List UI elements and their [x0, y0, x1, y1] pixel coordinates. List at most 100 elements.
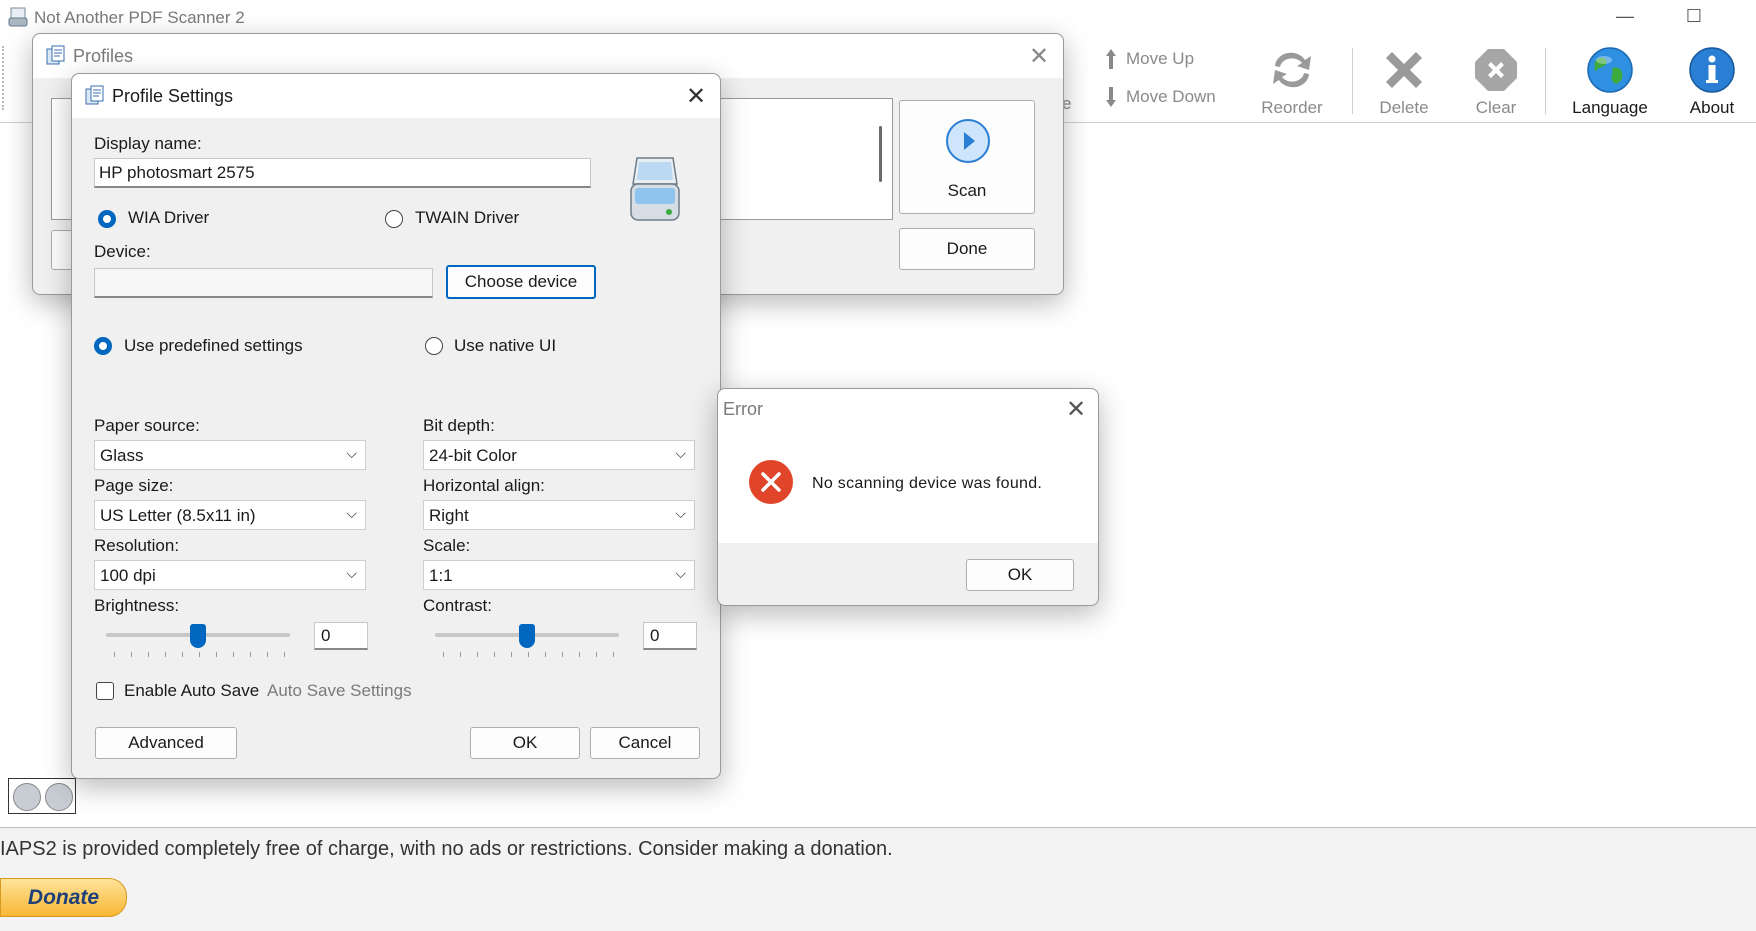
chevron-down-icon: ⌵	[346, 505, 357, 521]
cancel-button[interactable]: Cancel	[590, 727, 700, 759]
contrast-slider-ticks	[443, 652, 614, 658]
brightness-slider-ticks	[114, 652, 285, 658]
page-size-value: US Letter (8.5x11 in)	[100, 506, 256, 525]
error-title: Error	[723, 399, 763, 419]
clear-label: Clear	[1475, 98, 1517, 117]
scan-play-icon	[946, 119, 990, 163]
bit-depth-label: Bit depth:	[423, 416, 495, 435]
twain-driver-radio[interactable]	[385, 210, 403, 228]
paper-source-value: Glass	[100, 446, 144, 465]
toolbar-separator	[1352, 48, 1353, 114]
zoom-in-icon[interactable]	[45, 783, 73, 811]
info-icon	[1689, 47, 1735, 93]
language-label: Language	[1572, 98, 1648, 117]
page-size-select[interactable]: US Letter (8.5x11 in) ⌵	[94, 500, 366, 530]
use-predefined-settings-label[interactable]: Use predefined settings	[124, 336, 303, 356]
scan-label: Scan	[947, 181, 987, 200]
resolution-label: Resolution:	[94, 536, 180, 555]
chevron-down-icon: ⌵	[675, 445, 686, 461]
page-size-label: Page size:	[94, 476, 174, 495]
chevron-down-icon: ⌵	[346, 565, 357, 581]
use-native-ui-radio[interactable]	[425, 337, 443, 355]
profiles-titlebar	[33, 34, 1063, 78]
toolbar-separator	[1545, 48, 1546, 114]
scale-select[interactable]: 1:1 ⌵	[423, 560, 695, 590]
donate-button[interactable]: Donate	[0, 878, 127, 917]
arrow-down-icon	[1106, 87, 1116, 107]
error-ok-button[interactable]: OK	[966, 559, 1074, 591]
wia-driver-radio[interactable]	[98, 210, 116, 228]
profile-settings-close-button[interactable]: ✕	[678, 82, 714, 112]
contrast-slider-thumb[interactable]	[519, 624, 535, 648]
delete-button[interactable]: Delete	[1364, 44, 1444, 120]
profiles-title: Profiles	[73, 46, 134, 66]
twain-driver-label[interactable]: TWAIN Driver	[415, 208, 519, 228]
enable-auto-save-label[interactable]: Enable Auto Save	[124, 681, 259, 701]
wia-driver-label[interactable]: WIA Driver	[128, 208, 209, 228]
scale-value: 1:1	[429, 566, 453, 585]
profile-settings-dialog: Profile Settings ✕ Display name: HP phot…	[71, 73, 721, 779]
app-title: Not Another PDF Scanner 2	[34, 8, 245, 27]
move-down-label: Move Down	[1126, 87, 1216, 106]
advanced-button[interactable]: Advanced	[95, 727, 237, 759]
minimize-button[interactable]: —	[1605, 6, 1645, 32]
app-icon	[8, 6, 28, 28]
chevron-down-icon: ⌵	[675, 565, 686, 581]
arrow-up-icon	[1106, 49, 1116, 69]
reorder-icon	[1273, 52, 1311, 88]
toolbar-left-edge	[2, 46, 6, 110]
profiles-icon	[45, 45, 67, 67]
brightness-slider-thumb[interactable]	[190, 624, 206, 648]
auto-save-settings-link[interactable]: Auto Save Settings	[267, 681, 412, 701]
profile-settings-title: Profile Settings	[112, 86, 234, 106]
scanner-icon	[627, 154, 683, 228]
contrast-label: Contrast:	[423, 596, 492, 615]
brightness-label: Brightness:	[94, 596, 180, 615]
move-down-button[interactable]: Move Down	[1104, 86, 1216, 108]
contrast-input[interactable]: 0	[643, 622, 697, 650]
chevron-down-icon: ⌵	[346, 445, 357, 461]
bit-depth-select[interactable]: 24-bit Color ⌵	[423, 440, 695, 470]
maximize-button[interactable]: ☐	[1674, 6, 1714, 32]
horizontal-align-select[interactable]: Right ⌵	[423, 500, 695, 530]
device-label: Device:	[94, 242, 151, 261]
delete-label: Delete	[1379, 98, 1429, 117]
reorder-label: Reorder	[1261, 98, 1323, 117]
profiles-list-scrollbar[interactable]	[879, 126, 882, 182]
error-message: No scanning device was found.	[812, 475, 1043, 492]
done-button[interactable]: Done	[899, 228, 1035, 270]
reorder-button[interactable]: Reorder	[1250, 44, 1334, 120]
profiles-close-button[interactable]: ✕	[1021, 42, 1057, 72]
horizontal-align-value: Right	[429, 506, 469, 525]
horizontal-align-label: Horizontal align:	[423, 476, 545, 495]
error-close-button[interactable]: ✕	[1058, 395, 1094, 425]
delete-x-icon	[1386, 52, 1422, 88]
paper-source-label: Paper source:	[94, 416, 200, 435]
paper-source-select[interactable]: Glass ⌵	[94, 440, 366, 470]
choose-device-button[interactable]: Choose device	[446, 265, 596, 299]
display-name-input[interactable]: HP photosmart 2575	[94, 158, 591, 188]
resolution-value: 100 dpi	[100, 566, 156, 585]
bit-depth-value: 24-bit Color	[429, 446, 517, 465]
brightness-input[interactable]: 0	[314, 622, 368, 650]
device-input[interactable]	[94, 268, 433, 298]
about-label: About	[1689, 98, 1735, 117]
move-up-button[interactable]: Move Up	[1104, 48, 1194, 70]
ok-button[interactable]: OK	[470, 727, 580, 759]
error-dialog: Error ✕ No scanning device was found. OK	[717, 388, 1099, 606]
about-button[interactable]: About	[1674, 44, 1750, 120]
use-native-ui-label[interactable]: Use native UI	[454, 336, 556, 356]
zoom-out-icon[interactable]	[13, 783, 41, 811]
display-name-label: Display name:	[94, 134, 202, 153]
clear-button[interactable]: Clear	[1456, 44, 1536, 120]
resolution-select[interactable]: 100 dpi ⌵	[94, 560, 366, 590]
scan-button[interactable]: Scan	[899, 100, 1035, 214]
move-up-label: Move Up	[1126, 49, 1195, 68]
chevron-down-icon: ⌵	[675, 505, 686, 521]
language-button[interactable]: Language	[1560, 44, 1660, 120]
globe-icon	[1587, 47, 1633, 93]
scale-label: Scale:	[423, 536, 471, 555]
enable-auto-save-checkbox[interactable]	[96, 682, 114, 700]
use-predefined-settings-radio[interactable]	[94, 337, 112, 355]
error-icon	[748, 459, 794, 505]
